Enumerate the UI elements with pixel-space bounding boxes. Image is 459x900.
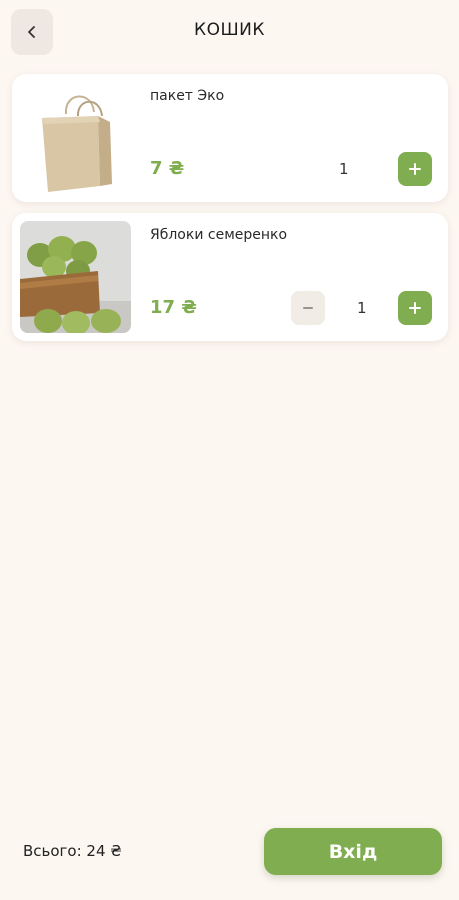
product-name: Яблоки семеренко [150,227,288,243]
plus-icon [409,160,421,179]
quantity-value: 1 [357,299,367,317]
increase-quantity-button[interactable] [398,291,432,325]
product-image [20,82,131,194]
cart-total: Всього: 24 ₴ [23,842,122,860]
minus-icon [302,299,314,318]
quantity-value: 1 [339,160,349,178]
login-button[interactable]: Вхід [264,828,442,875]
page-title: КОШИК [194,20,265,40]
product-price: 17 ₴ [150,297,197,318]
product-image [20,221,131,333]
decrease-quantity-button[interactable] [291,291,325,325]
product-name: пакет Эко [150,88,225,104]
cart-item: пакет Эко 7 ₴ 1 [12,74,448,202]
cart-item: Яблоки семеренко 17 ₴ 1 [12,213,448,341]
plus-icon [409,299,421,318]
top-bar: КОШИК [0,0,459,64]
product-price: 7 ₴ [150,158,185,179]
increase-quantity-button[interactable] [398,152,432,186]
